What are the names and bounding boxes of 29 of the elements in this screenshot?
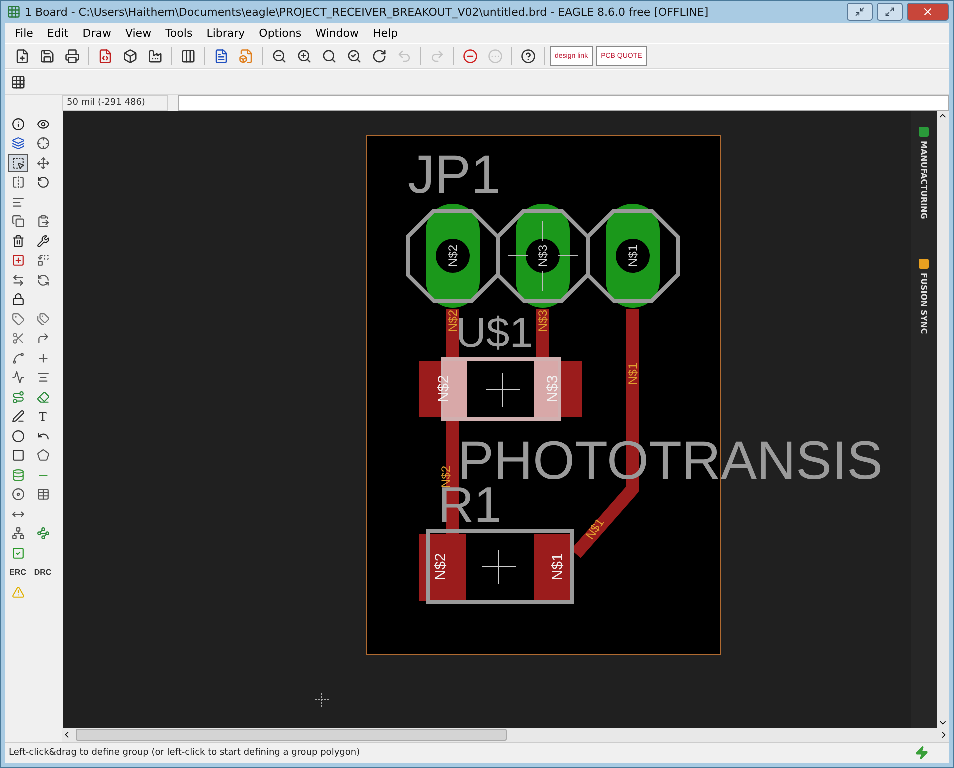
side-tab[interactable]: MANUFACTURING xyxy=(919,127,929,220)
trace-label: N$3 xyxy=(536,310,550,332)
trace-label: N$1 xyxy=(626,363,640,385)
pad-label: N$1 xyxy=(550,553,566,581)
menu-item[interactable]: Library xyxy=(200,26,252,40)
menu-item[interactable]: Window xyxy=(310,26,365,40)
tool-button[interactable]: ERC xyxy=(8,564,28,582)
side-tab[interactable]: FUSION SYNC xyxy=(919,259,929,334)
menu-item[interactable]: Draw xyxy=(76,26,118,40)
menu-item[interactable]: View xyxy=(119,26,158,40)
part-name: JP1 xyxy=(408,145,502,205)
menu-item[interactable]: Tools xyxy=(160,26,199,40)
pad-label: N$2 xyxy=(446,245,460,267)
menu-item[interactable]: Options xyxy=(253,26,308,40)
menu-item[interactable]: File xyxy=(9,26,40,40)
trace-label: N$2 xyxy=(446,310,460,332)
tool-button[interactable]: DRC xyxy=(33,564,53,582)
pad-label: N$2 xyxy=(436,375,452,403)
tool-button[interactable]: T xyxy=(33,408,53,426)
status-message: Left-click&drag to define group (or left-click to start defining a group polygon) xyxy=(9,748,360,758)
menu-item[interactable]: Help xyxy=(366,26,404,40)
pad-label: N$2 xyxy=(432,553,450,581)
pad-label: N$3 xyxy=(544,375,562,403)
coordinate-display: 50 mil (-291 486) xyxy=(62,95,168,111)
trace-label: N$1 xyxy=(582,516,608,542)
pad-label: N$3 xyxy=(536,245,550,267)
window-title: 1 Board - C:\Users\Haithem\Documents\eagle\PROJECT_RECEIVER_BREAKOUT_V02\untitled.brd - EAGLE 8.6.0 free [OFFLINE] xyxy=(25,6,710,18)
menu-item[interactable]: Edit xyxy=(41,26,75,40)
pad-label: N$1 xyxy=(626,245,640,267)
